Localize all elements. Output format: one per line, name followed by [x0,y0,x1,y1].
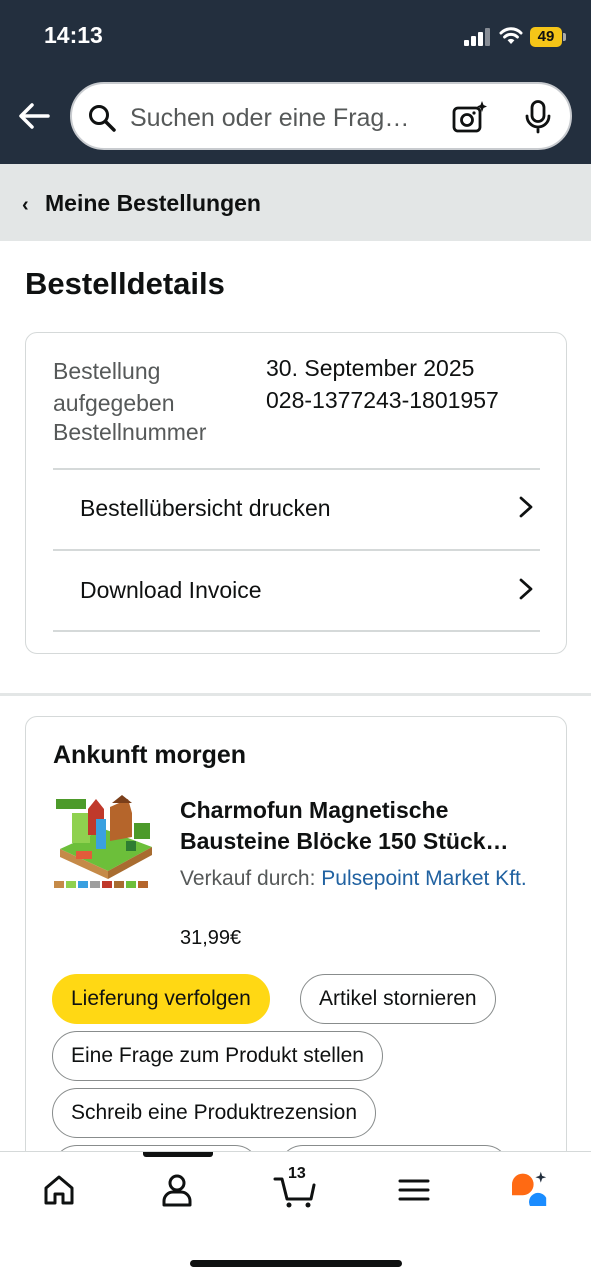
seller-prefix: Verkauf durch: [180,867,316,890]
order-number-label: Bestellnummer [53,419,207,445]
product-title-line2: Bausteine Blöcke 150 Stück… [180,828,509,854]
menu-icon[interactable] [396,1172,432,1208]
cellular-signal-icon [464,28,490,46]
order-placed-label: Bestellung aufgegeben [53,358,175,416]
battery-level: 49 [530,27,562,47]
app-header: 14:13 49 Suchen oder eine Frag… [0,0,591,164]
section-divider [0,693,591,696]
battery-icon: 49 [530,27,566,47]
back-arrow-icon[interactable] [16,98,52,134]
divider [53,549,540,551]
home-indicator [190,1260,402,1267]
divider [53,630,540,632]
status-time: 14:13 [44,22,103,48]
search-input[interactable]: Suchen oder eine Frag… [130,104,435,133]
microphone-icon[interactable] [524,100,552,134]
bottom-navigation: 13 [0,1151,591,1280]
product-price: 31,99€ [180,927,242,949]
wifi-icon [499,27,523,44]
breadcrumb-label[interactable]: Meine Bestellungen [45,190,261,217]
search-icon [89,105,116,132]
chevron-left-icon: ‹ [22,194,29,216]
seller-link[interactable]: Pulsepoint Market Kft. [321,867,526,890]
order-number-value: 028-1377243-1801957 [266,387,499,413]
product-thumbnail[interactable] [52,793,158,897]
write-review-button[interactable]: Schreib eine Produktrezension [52,1088,377,1138]
product-title-line1: Charmofun Magnetische [180,797,449,823]
seller-info: Verkauf durch: Pulsepoint Market Kft. [180,863,550,894]
download-invoice-link[interactable]: Download Invoice [53,559,540,619]
chevron-right-icon [519,578,533,600]
download-invoice-label: Download Invoice [80,577,262,603]
order-info-card: Bestellung aufgegeben 30. September 2025… [25,332,567,654]
product-title[interactable]: Charmofun Magnetische Bausteine Blöcke 1… [180,795,545,857]
active-tab-indicator [143,1152,213,1157]
chevron-right-icon [519,496,533,518]
track-package-button[interactable]: Lieferung verfolgen [52,974,270,1024]
cart-count-badge: 13 [288,1165,306,1182]
home-icon[interactable] [41,1172,77,1208]
search-bar[interactable]: Suchen oder eine Frag… [70,82,572,150]
page-title: Bestelldetails [25,266,225,301]
breadcrumb[interactable]: ‹ Meine Bestellungen [0,164,591,241]
print-summary-link[interactable]: Bestellübersicht drucken [53,477,540,537]
cancel-item-button[interactable]: Artikel stornieren [300,974,496,1024]
arrival-status: Ankunft morgen [53,741,247,769]
rufus-assistant-icon[interactable] [508,1170,552,1206]
divider [53,468,540,470]
print-summary-label: Bestellübersicht drucken [80,495,331,521]
order-placed-date: 30. September 2025 [266,355,475,381]
account-icon[interactable] [159,1172,195,1208]
camera-search-icon[interactable] [452,100,488,134]
ask-question-button[interactable]: Eine Frage zum Produkt stellen [52,1031,383,1081]
